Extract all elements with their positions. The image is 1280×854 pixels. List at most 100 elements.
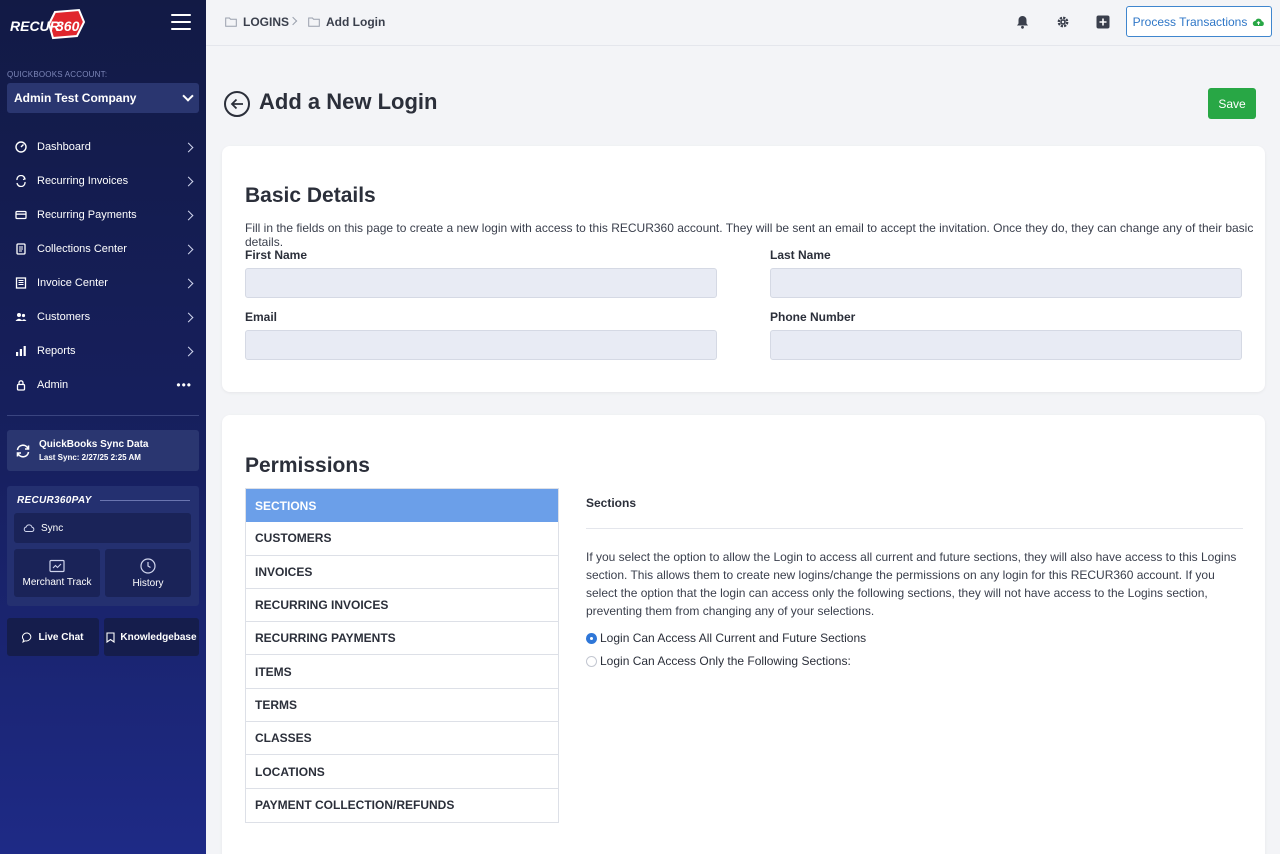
- first-name-input[interactable]: [245, 268, 717, 298]
- lock-icon: [15, 379, 27, 391]
- chevron-right-icon: [183, 142, 194, 152]
- dashboard-icon: [15, 141, 27, 153]
- document-icon: [15, 243, 27, 255]
- invoice-icon: [15, 277, 27, 289]
- back-arrow-icon[interactable]: [224, 91, 250, 117]
- sidebar-item-dashboard[interactable]: Dashboard: [0, 130, 206, 164]
- chevron-right-icon: [183, 176, 194, 186]
- chevron-right-icon: [183, 312, 194, 322]
- sidebar-item-label: Recurring Payments: [37, 209, 137, 221]
- merchant-icon: [49, 559, 65, 572]
- phone-number-input[interactable]: [770, 330, 1242, 360]
- sidebar: RECUR 360 QUICKBOOKS ACCOUNT: Admin Test…: [0, 0, 206, 854]
- radio-access-all[interactable]: [586, 632, 597, 644]
- sidebar-item-invoice-center[interactable]: Invoice Center: [0, 266, 206, 300]
- permission-tab-locations[interactable]: LOCATIONS: [246, 755, 558, 789]
- history-label: History: [132, 577, 164, 589]
- basic-details-card: Basic Details Fill in the fields on this…: [222, 146, 1265, 392]
- chat-bubble-icon: [22, 631, 32, 643]
- sections-divider: [586, 528, 1243, 529]
- option-access-all[interactable]: Login Can Access All Current and Future …: [586, 631, 866, 645]
- first-name-label: First Name: [245, 248, 308, 262]
- option-access-only[interactable]: Login Can Access Only the Following Sect…: [586, 654, 851, 668]
- logo-number: 360: [56, 18, 80, 34]
- page-title: Add a New Login: [259, 89, 438, 114]
- breadcrumb-add-login[interactable]: Add Login: [308, 15, 385, 29]
- permission-tab-invoices[interactable]: INVOICES: [246, 556, 558, 589]
- permission-tab-sections[interactable]: SECTIONS: [246, 489, 558, 523]
- sidebar-item-recurring-invoices[interactable]: Recurring Invoices: [0, 164, 206, 198]
- permissions-card: Permissions SECTIONS CUSTOMERS INVOICES …: [222, 415, 1265, 854]
- breadcrumb-logins[interactable]: LOGINS: [225, 15, 289, 29]
- email-label: Email: [245, 310, 278, 324]
- last-name-label: Last Name: [770, 248, 831, 262]
- permission-sections-list: SECTIONS CUSTOMERS INVOICES RECURRING IN…: [245, 488, 559, 823]
- gear-icon[interactable]: [1055, 14, 1071, 30]
- live-chat-button[interactable]: Live Chat: [7, 618, 99, 656]
- radio-access-only[interactable]: [586, 655, 597, 667]
- sidebar-item-label: Customers: [37, 311, 91, 323]
- sidebar-item-collections-center[interactable]: Collections Center: [0, 232, 206, 266]
- sidebar-item-label: Recurring Invoices: [37, 175, 129, 187]
- option-access-all-label: Login Can Access All Current and Future …: [600, 631, 867, 645]
- permission-tab-recurring-invoices[interactable]: RECURRING INVOICES: [246, 589, 558, 623]
- sidebar-item-recurring-payments[interactable]: Recurring Payments: [0, 198, 206, 232]
- chevron-right-icon: [183, 210, 194, 220]
- knowledgebase-button[interactable]: Knowledgebase: [104, 618, 199, 656]
- bell-icon[interactable]: [1014, 14, 1030, 30]
- add-square-icon[interactable]: [1095, 14, 1111, 30]
- process-transactions-button[interactable]: Process Transactions: [1126, 6, 1272, 37]
- basic-details-description: Fill in the fields on this page to creat…: [245, 221, 1254, 249]
- merchant-track-button[interactable]: Merchant Track: [14, 549, 100, 597]
- save-button[interactable]: Save: [1208, 88, 1256, 119]
- knowledgebase-label: Knowledgebase: [120, 631, 197, 643]
- permission-tab-recurring-payments[interactable]: RECURRING PAYMENTS: [246, 622, 558, 656]
- merchant-track-label: Merchant Track: [22, 576, 92, 588]
- chevron-right-icon: [288, 16, 298, 26]
- permission-tab-classes[interactable]: CLASSES: [246, 722, 558, 756]
- company-select[interactable]: Admin Test Company: [7, 83, 199, 113]
- folder-icon: [308, 17, 320, 27]
- quickbooks-sync-button[interactable]: QuickBooks Sync Data Last Sync: 2/27/25 …: [7, 430, 199, 471]
- breadcrumb-label: LOGINS: [243, 15, 290, 29]
- sidebar-divider: [7, 415, 199, 416]
- sections-heading: Sections: [586, 496, 637, 510]
- sidebar-item-label: Admin: [37, 379, 69, 391]
- sync-icon: [16, 443, 30, 458]
- chevron-right-icon: [183, 278, 194, 288]
- chevron-down-icon: [182, 90, 194, 102]
- process-transactions-label: Process Transactions: [1132, 14, 1248, 29]
- hamburger-menu-icon[interactable]: [171, 14, 191, 30]
- recur360-logo[interactable]: RECUR 360: [9, 8, 85, 40]
- sidebar-item-admin[interactable]: Admin •••: [0, 368, 206, 402]
- email-input[interactable]: [245, 330, 717, 360]
- quickbooks-account-label: QUICKBOOKS ACCOUNT:: [7, 70, 108, 79]
- cloud-upload-icon: [1253, 18, 1265, 26]
- permission-tab-items[interactable]: ITEMS: [246, 655, 558, 689]
- sidebar-item-label: Collections Center: [37, 243, 127, 255]
- history-button[interactable]: History: [105, 549, 191, 597]
- recurring-icon: [15, 175, 27, 187]
- pay-sync-button[interactable]: Sync: [14, 513, 191, 543]
- users-icon: [15, 311, 27, 323]
- logo-text: RECUR: [10, 18, 61, 34]
- phone-number-label: Phone Number: [770, 310, 856, 324]
- chevron-right-icon: [183, 346, 194, 356]
- sync-title: QuickBooks Sync Data: [39, 439, 149, 450]
- sidebar-item-label: Reports: [37, 345, 76, 357]
- clock-icon: [140, 557, 156, 574]
- sidebar-nav: Dashboard Recurring Invoices Recurring P…: [0, 130, 206, 402]
- last-sync-time: Last Sync: 2/27/25 2:25 AM: [39, 453, 141, 462]
- sidebar-item-reports[interactable]: Reports: [0, 334, 206, 368]
- last-name-input[interactable]: [770, 268, 1242, 298]
- permission-tab-customers[interactable]: CUSTOMERS: [246, 522, 558, 556]
- permission-tab-terms[interactable]: TERMS: [246, 689, 558, 723]
- company-name: Admin Test Company: [14, 91, 137, 105]
- basic-details-title: Basic Details: [245, 184, 376, 207]
- live-chat-label: Live Chat: [38, 631, 84, 643]
- option-access-only-label: Login Can Access Only the Following Sect…: [600, 654, 851, 668]
- permission-tab-payment-collection-refunds[interactable]: PAYMENT COLLECTION/REFUNDS: [246, 789, 558, 822]
- sidebar-item-customers[interactable]: Customers: [0, 300, 206, 334]
- pay-divider: [100, 500, 190, 501]
- more-dots-icon[interactable]: •••: [176, 379, 192, 391]
